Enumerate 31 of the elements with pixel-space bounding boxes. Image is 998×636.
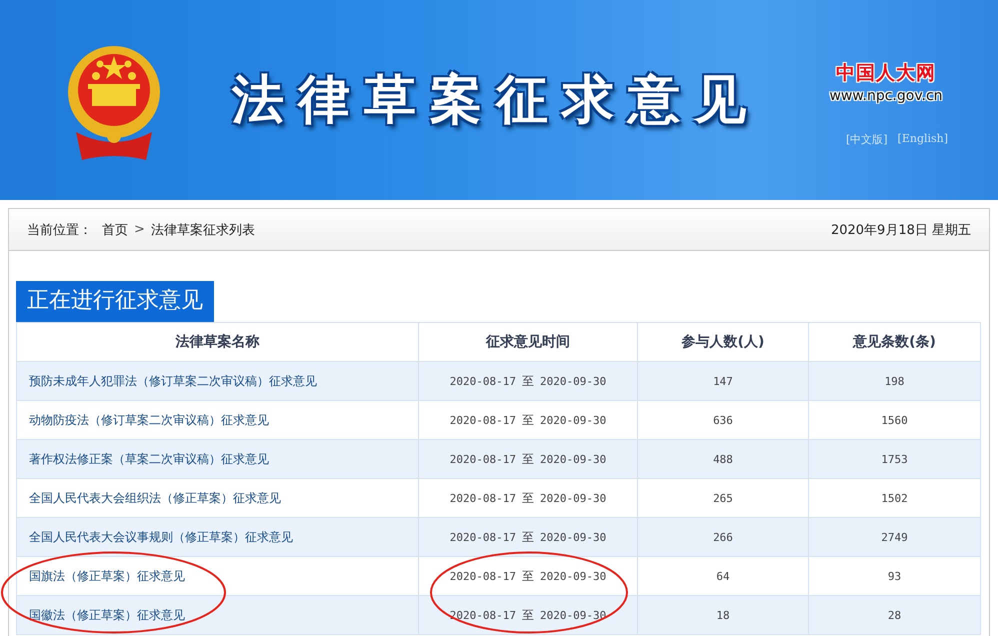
table-cell: 2749 [808, 518, 980, 556]
draft-link[interactable]: 全国人民代表大会组织法（修正草案）征求意见 [29, 490, 281, 504]
draft-link[interactable]: 全国人民代表大会议事规则（修正草案）征求意见 [29, 530, 293, 544]
separator-icon: > [134, 222, 145, 237]
column-header: 意见条数(条) [808, 322, 980, 362]
draft-link[interactable]: 国旗法（修正草案）征求意见 [29, 568, 185, 582]
table-cell: 488 [638, 440, 808, 478]
table-cell: 266 [638, 518, 808, 556]
table-cell: 18 [638, 596, 808, 634]
period-cell: 2020-08-17 至 2020-09-30 [418, 440, 638, 478]
period-cell: 2020-08-17 至 2020-09-30 [418, 362, 638, 400]
location-label: 当前位置： [27, 222, 92, 238]
period-cell: 2020-08-17 至 2020-09-30 [418, 518, 638, 556]
date-text: 2020年9月18日 星期五 [830, 222, 971, 238]
site-logo-text: 中国人大网 [836, 61, 936, 86]
period-cell: 2020-08-17 至 2020-09-30 [418, 596, 638, 634]
breadcrumb-link[interactable]: 法律草案征求列表 [150, 220, 255, 238]
section-title: 正在进行征求意见 [16, 281, 214, 322]
table-cell: 28 [808, 596, 980, 634]
draft-link[interactable]: 预防未成年人犯罪法（修订草案二次审议稿）征求意见 [29, 374, 317, 388]
table-cell: 198 [808, 362, 980, 400]
column-header: 参与人数(人) [638, 322, 808, 362]
site-url: www.npc.gov.cn [829, 88, 943, 104]
draft-link[interactable]: 动物防疫法（修订草案二次审议稿）征求意见 [29, 412, 269, 426]
table-cell: 147 [638, 362, 808, 400]
column-header: 征求意见时间 [418, 322, 638, 362]
table-cell: 1753 [808, 440, 980, 478]
page-title: 法律草案征求意见 [232, 68, 760, 132]
draft-link[interactable]: 著作权法修正案（草案二次审议稿）征求意见 [29, 452, 269, 466]
breadcrumb-link[interactable]: 首页 [102, 220, 128, 238]
column-header: 法律草案名称 [16, 322, 418, 362]
